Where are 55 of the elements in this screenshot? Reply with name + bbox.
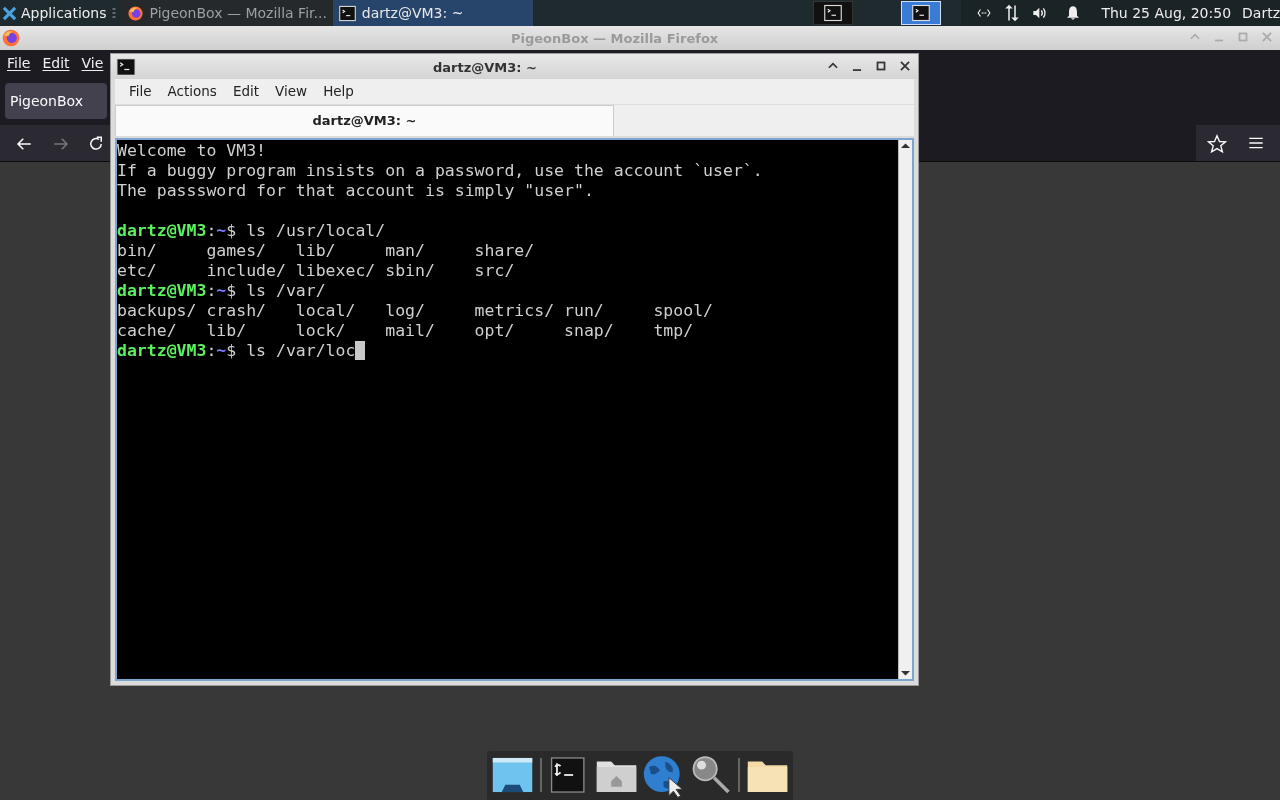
terminal-output-line: etc/ include/ libexec/ sbin/ src/: [117, 261, 516, 281]
prompt-path: ~: [216, 221, 227, 241]
firefox-icon: [1, 28, 21, 48]
terminal-tab[interactable]: dartz@VM3: ~: [115, 105, 614, 136]
workspace-button[interactable]: [812, 1, 853, 25]
terminal-output-line: bin/ games/ lib/ man/ share/: [117, 241, 536, 261]
bell-icon[interactable]: [1065, 5, 1082, 21]
command-text: $ ls /var/: [226, 281, 326, 301]
prompt-user: dartz@VM3: [117, 341, 207, 361]
taskbar-button[interactable]: PigeonBox — Mozilla Fir...: [120, 0, 333, 26]
window-title: dartz@VM3: ~: [433, 59, 537, 77]
browser-tab[interactable]: PigeonBox: [5, 83, 107, 119]
prompt-user: dartz@VM3: [117, 281, 207, 301]
menu-item[interactable]: View: [275, 81, 308, 102]
terminal-output-line: If a buggy program insists on a password, use the account `user`.: [117, 161, 764, 181]
close-icon[interactable]: [898, 59, 912, 73]
terminal-output-line: The passsword for that account is simply "user".: [117, 181, 595, 201]
terminal-icon: [116, 57, 136, 77]
terminal-output-line: backups/ crash/ local/ log/ metrics/ run/ spool/: [117, 301, 715, 321]
firefox-icon: [126, 4, 144, 22]
clock[interactable]: Thu 25 Aug, 20:50: [1101, 2, 1232, 24]
maximize-icon[interactable]: [874, 59, 888, 73]
text-cursor: [355, 341, 366, 360]
terminal-output-line: Welcome to VM3!: [117, 141, 267, 161]
applications-menu-button[interactable]: Applications: [0, 0, 111, 26]
scrollbar[interactable]: [898, 140, 912, 679]
menu-item[interactable]: File: [129, 81, 152, 102]
menu-item[interactable]: Help: [323, 81, 354, 102]
back-icon[interactable]: [15, 135, 33, 153]
prompt-user: dartz@VM3: [117, 221, 207, 241]
menu-item[interactable]: Vie: [81, 53, 104, 74]
prompt-path: ~: [216, 281, 227, 301]
menu-icon[interactable]: [1248, 135, 1264, 151]
command-text: $ ls /usr/local/: [226, 221, 386, 241]
menu-item[interactable]: Edit: [42, 53, 70, 74]
command-text: $ ls /var/loc: [226, 341, 356, 361]
terminal-icon: [911, 4, 930, 22]
terminal-icon: [823, 4, 842, 22]
reload-icon[interactable]: [87, 135, 105, 153]
taskbar-button[interactable]: dartz@VM3: ~: [332, 0, 533, 26]
menu-item[interactable]: Edit: [232, 81, 260, 102]
x-logo-icon: [2, 5, 17, 21]
menu-item[interactable]: File: [7, 53, 31, 74]
star-icon[interactable]: [1207, 134, 1227, 154]
user-name[interactable]: Dartz: [1242, 2, 1280, 24]
terminal-output-line: cache/ lib/ lock/ mail/ opt/ snap/ tmp/: [117, 321, 695, 341]
terminal-icon: [338, 4, 356, 22]
window-title: PigeonBox — Mozilla Firefox: [511, 30, 719, 48]
menu-item[interactable]: Actions: [167, 81, 217, 102]
forward-icon[interactable]: [52, 135, 70, 153]
prompt-colon: :: [206, 281, 217, 301]
prompt-path: ~: [216, 341, 227, 361]
prompt-colon: :: [206, 341, 217, 361]
prompt-colon: :: [206, 221, 217, 241]
handle-icon: [110, 7, 117, 19]
